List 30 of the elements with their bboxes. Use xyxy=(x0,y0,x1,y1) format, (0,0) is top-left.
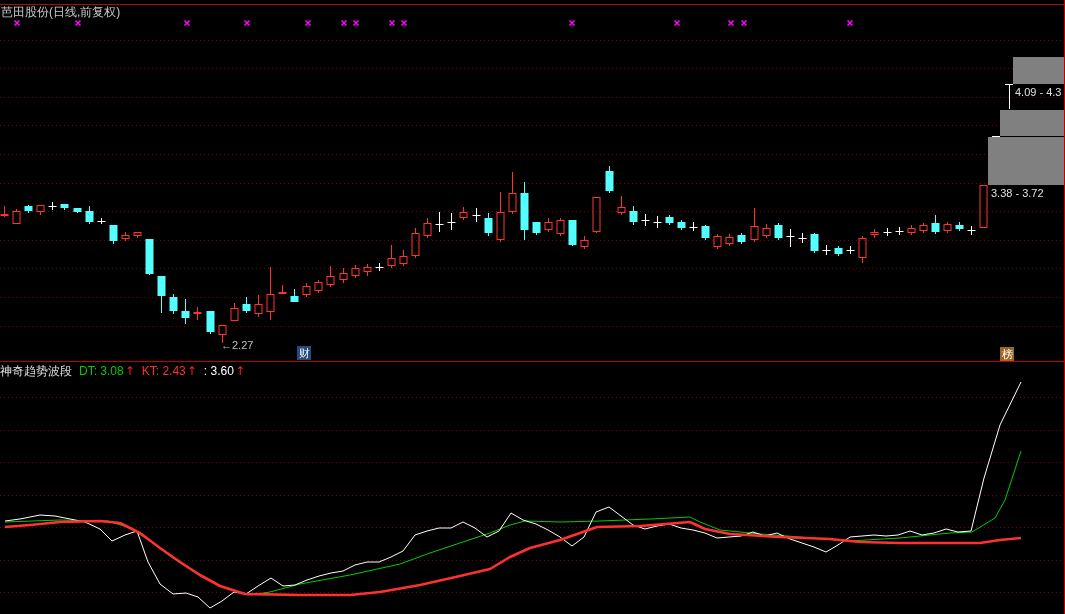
trend-arrow: ↑ xyxy=(186,364,197,378)
legend-value: : 3.60 xyxy=(203,364,234,378)
trend-arrow: ↑ xyxy=(124,364,135,378)
x-mark-icon xyxy=(673,19,681,27)
range-bracket xyxy=(1004,84,1014,110)
x-mark-icon xyxy=(727,19,735,27)
price-range-label: 4.09 - 4.3 xyxy=(1015,86,1062,99)
x-mark-icon xyxy=(568,19,576,27)
x-mark-icon xyxy=(740,19,748,27)
x-mark-icon xyxy=(74,19,82,27)
x-mark-icon xyxy=(183,19,191,27)
x-mark-icon xyxy=(243,19,251,27)
x-mark-icon xyxy=(13,19,21,27)
range-tick xyxy=(991,136,1001,137)
finance-tag[interactable]: 财 xyxy=(297,346,311,360)
low-price-label: ←2.27 xyxy=(221,339,254,352)
legend-value: DT: 3.08 xyxy=(79,364,124,378)
chart-title: 芭田股份(日线,前复权) xyxy=(1,5,121,20)
x-mark-icon xyxy=(352,19,360,27)
x-mark-icon xyxy=(388,19,396,27)
price-range-bar xyxy=(1013,57,1064,84)
price-range-label: 3.38 - 3.72 xyxy=(991,187,1044,200)
x-mark-icon xyxy=(400,19,408,27)
ranking-tag[interactable]: 榜 xyxy=(1000,347,1014,361)
legend-value: KT: 2.43 xyxy=(141,364,186,378)
x-mark-icon xyxy=(846,19,854,27)
x-mark-icon xyxy=(304,19,312,27)
x-mark-icon xyxy=(340,19,348,27)
indicator-name: 神奇趋势波段 xyxy=(0,364,72,378)
trend-arrow: ↑ xyxy=(234,364,245,378)
